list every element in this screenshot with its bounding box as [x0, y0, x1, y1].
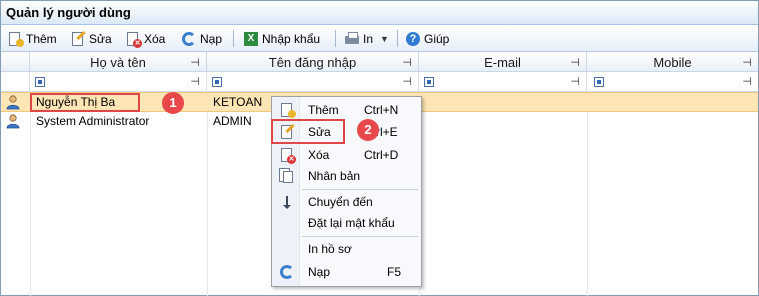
- delete-icon: ✕: [125, 31, 142, 48]
- filter-pin-icon[interactable]: ⊣: [742, 75, 752, 88]
- filter-cell-email[interactable]: ⊣: [419, 72, 587, 92]
- edit-pencil-icon: [70, 30, 86, 47]
- filter-operator-icon[interactable]: [35, 77, 45, 87]
- filter-operator-icon[interactable]: [212, 77, 222, 87]
- pin-icon[interactable]: ⊣: [742, 56, 752, 69]
- cell-username: KETOAN: [213, 95, 263, 109]
- menu-item-shortcut: Ctrl+D: [364, 148, 399, 162]
- grid-header: Họ và tên ⊣ Tên đăng nhập ⊣ E-mail ⊣ Mob…: [1, 52, 758, 72]
- column-header-email[interactable]: E-mail ⊣: [419, 52, 587, 72]
- menu-separator: [302, 236, 418, 237]
- filter-cell-username[interactable]: ⊣: [207, 72, 419, 92]
- filter-operator-icon[interactable]: [424, 77, 434, 87]
- filter-pin-icon[interactable]: ⊣: [570, 75, 580, 88]
- filter-cell-mobile[interactable]: ⊣: [587, 72, 758, 92]
- cell-full-name: System Administrator: [36, 114, 150, 128]
- add-button[interactable]: Thêm: [5, 28, 59, 49]
- print-button-label: In: [363, 31, 374, 46]
- toolbar-separator: [233, 30, 234, 47]
- cell-username: ADMIN: [213, 114, 252, 128]
- delete-button[interactable]: ✕ Xóa: [123, 28, 167, 49]
- add-button-label: Thêm: [26, 31, 57, 46]
- column-header-mobile[interactable]: Mobile ⊣: [587, 52, 758, 72]
- menu-item-reload[interactable]: Nạp F5: [272, 261, 421, 283]
- help-icon: ?: [405, 31, 421, 47]
- menu-separator: [302, 189, 418, 190]
- printer-icon: [344, 31, 360, 47]
- menu-item-label: Thêm: [308, 103, 339, 117]
- filter-pin-icon[interactable]: ⊣: [402, 75, 412, 88]
- column-header-label: E-mail: [484, 55, 521, 70]
- refresh-icon: [181, 31, 197, 47]
- menu-item-print-profile[interactable]: In hồ sơ: [272, 238, 421, 260]
- filter-operator-icon[interactable]: [594, 77, 604, 87]
- import-button-label: Nhập khẩu: [262, 31, 321, 46]
- pin-icon[interactable]: ⊣: [570, 56, 580, 69]
- pin-icon[interactable]: ⊣: [402, 56, 412, 69]
- filter-pin-icon[interactable]: ⊣: [190, 75, 200, 88]
- refresh-icon: [279, 264, 295, 280]
- duplicate-icon: [279, 168, 295, 184]
- reload-button-label: Nạp: [200, 31, 223, 46]
- menu-item-reset-password[interactable]: Đặt lại mật khẩu: [272, 212, 421, 234]
- menu-item-label: In hồ sơ: [308, 242, 352, 256]
- help-button[interactable]: ? Giúp: [403, 28, 451, 49]
- edit-button[interactable]: Sửa: [68, 28, 114, 49]
- print-button[interactable]: In ▼: [342, 28, 391, 49]
- column-header-full-name[interactable]: Họ và tên ⊣: [30, 52, 207, 72]
- menu-item-shortcut: F5: [387, 265, 402, 279]
- menu-item-shortcut: Ctrl+N: [364, 103, 399, 117]
- column-header-label: Họ và tên: [90, 55, 146, 70]
- step-badge-2: 2: [357, 119, 379, 141]
- column-header-label: Mobile: [653, 55, 692, 70]
- delete-icon: ✕: [279, 147, 296, 164]
- add-document-icon: [279, 102, 296, 118]
- toolbar-separator: [335, 30, 336, 47]
- help-button-label: Giúp: [424, 31, 450, 46]
- menu-item-label: Xóa: [308, 148, 330, 162]
- filter-cell-full-name[interactable]: ⊣: [30, 72, 207, 92]
- edit-button-label: Sửa: [89, 31, 112, 46]
- move-down-icon: [279, 194, 295, 210]
- highlight-box-edit-menu-item: [271, 119, 345, 144]
- menu-item-duplicate[interactable]: Nhân bản: [272, 165, 421, 187]
- highlight-box-full-name: [30, 93, 140, 112]
- column-header-icon: [1, 52, 30, 72]
- print-dropdown-icon[interactable]: ▼: [380, 34, 389, 44]
- menu-item-label: Nạp: [308, 265, 331, 279]
- add-document-icon: [7, 31, 24, 47]
- menu-item-label: Đặt lại mật khẩu: [308, 216, 395, 230]
- toolbar-separator: [397, 30, 398, 47]
- user-icon: [6, 95, 20, 110]
- reload-button[interactable]: Nạp: [179, 28, 224, 49]
- excel-icon: X: [243, 31, 259, 47]
- column-header-username[interactable]: Tên đăng nhập ⊣: [207, 52, 419, 72]
- menu-item-label: Nhân bản: [308, 169, 361, 183]
- column-header-label: Tên đăng nhập: [268, 55, 357, 70]
- import-button[interactable]: X Nhập khẩu: [241, 28, 322, 49]
- filter-row: ⊣ ⊣ ⊣ ⊣: [1, 72, 758, 92]
- user-management-window: Quản lý người dùng Thêm Sửa ✕ Xóa Nạp X …: [0, 0, 759, 296]
- menu-item-move-to[interactable]: Chuyển đến: [272, 191, 421, 213]
- step-badge-1: 1: [162, 92, 184, 114]
- window-title: Quản lý người dùng: [1, 1, 758, 25]
- toolbar: Thêm Sửa ✕ Xóa Nạp X Nhập khẩu In ▼ ? Gi…: [1, 25, 758, 52]
- delete-button-label: Xóa: [144, 31, 166, 46]
- filter-cell: [1, 72, 30, 92]
- user-icon: [6, 114, 20, 129]
- menu-item-add[interactable]: Thêm Ctrl+N: [272, 99, 421, 121]
- menu-item-delete[interactable]: ✕ Xóa Ctrl+D: [272, 144, 421, 166]
- pin-icon[interactable]: ⊣: [190, 56, 200, 69]
- menu-item-label: Chuyển đến: [308, 195, 373, 209]
